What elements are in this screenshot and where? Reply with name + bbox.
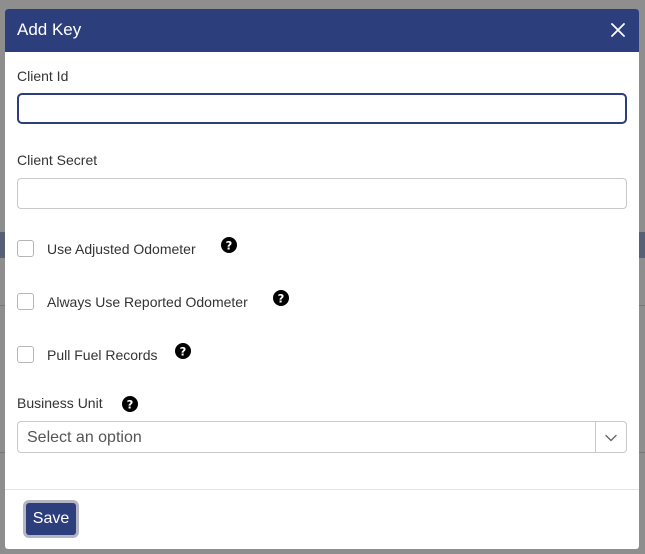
close-button[interactable] [605,17,631,43]
always-use-reported-odometer-label: Always Use Reported Odometer [47,294,248,310]
close-icon [605,17,631,43]
question-circle-icon[interactable]: ? [175,343,191,359]
chevron-down-icon[interactable] [604,431,618,445]
pull-fuel-records-checkbox[interactable] [17,346,34,363]
select-divider [595,422,596,452]
always-use-reported-odometer-option[interactable]: Always Use Reported Odometer [17,292,287,314]
footer-divider [5,489,639,490]
client-id-input[interactable] [17,93,627,124]
pull-fuel-records-option[interactable]: Pull Fuel Records [17,345,187,367]
use-adjusted-odometer-option[interactable]: Use Adjusted Odometer [17,239,237,261]
dialog-header: Add Key [5,9,639,52]
svg-text:?: ? [180,344,187,358]
svg-text:?: ? [127,397,134,411]
business-unit-select[interactable]: Select an option [17,421,627,453]
business-unit-placeholder: Select an option [27,429,142,446]
question-circle-icon[interactable]: ? [221,237,237,253]
client-secret-label: Client Secret [17,152,98,168]
client-id-label: Client Id [17,68,69,84]
add-key-dialog: Add Key Client Id Client Secret Use Adju… [5,9,639,549]
question-circle-icon[interactable]: ? [273,290,289,306]
pull-fuel-records-label: Pull Fuel Records [47,347,158,363]
client-secret-input[interactable] [17,178,627,209]
svg-text:?: ? [278,291,285,305]
question-circle-icon[interactable]: ? [122,396,138,412]
use-adjusted-odometer-label: Use Adjusted Odometer [47,241,196,257]
use-adjusted-odometer-checkbox[interactable] [17,240,34,257]
business-unit-label: Business Unit [17,395,103,411]
dialog-title: Add Key [17,20,82,39]
always-use-reported-odometer-checkbox[interactable] [17,293,34,310]
save-button[interactable]: Save [23,500,79,538]
svg-text:?: ? [226,238,233,252]
